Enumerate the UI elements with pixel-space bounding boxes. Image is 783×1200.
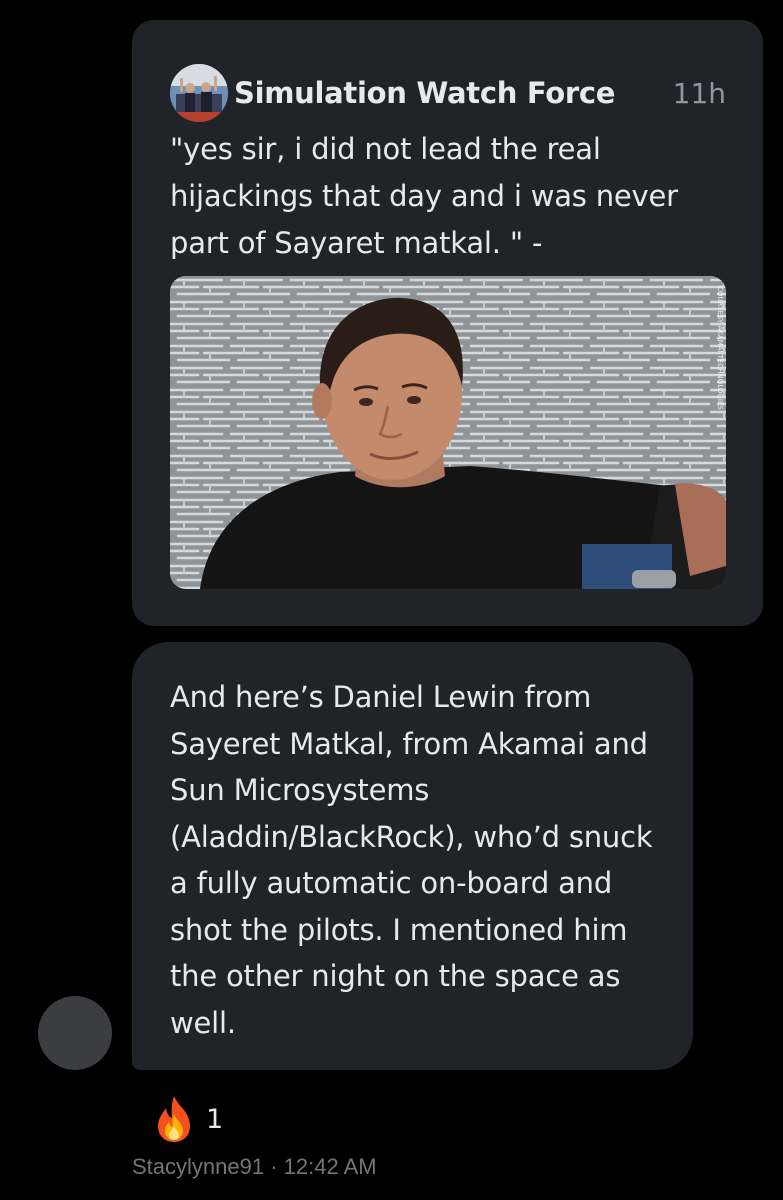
message-reaction[interactable]: 1: [152, 1094, 223, 1144]
message-timestamp: 12:42 AM: [283, 1154, 377, 1179]
shared-post-author-name[interactable]: Simulation Watch Force: [234, 76, 615, 110]
avatar-photo-icon: [170, 64, 228, 122]
message-text: And here’s Daniel Lewin from Sayeret Mat…: [170, 680, 653, 1040]
sender-avatar[interactable]: [38, 996, 112, 1070]
meta-separator: ·: [264, 1154, 284, 1179]
shared-post-header: Simulation Watch Force 11h: [170, 64, 726, 122]
message-meta: Stacylynne91 · 12:42 AM: [132, 1154, 377, 1180]
shared-post-text: "yes sir, i did not lead the real hijack…: [170, 132, 678, 260]
message-bubble[interactable]: And here’s Daniel Lewin from Sayeret Mat…: [132, 642, 693, 1070]
portrait-photo: COURTESY AKAMAI TECHNOLOGIES: [170, 276, 726, 589]
dm-conversation: Simulation Watch Force 11h "yes sir, i d…: [0, 0, 783, 1200]
shared-post-timestamp: 11h: [672, 76, 726, 110]
sender-username[interactable]: Stacylynne91: [132, 1154, 264, 1179]
reaction-count: 1: [206, 1103, 224, 1135]
image-watermark: COURTESY AKAMAI TECHNOLOGIES: [716, 286, 724, 410]
shared-post-author-avatar[interactable]: [170, 64, 228, 122]
fire-emoji-icon: [158, 1096, 190, 1142]
shared-post-card[interactable]: Simulation Watch Force 11h "yes sir, i d…: [132, 20, 763, 626]
shared-post-image[interactable]: COURTESY AKAMAI TECHNOLOGIES: [170, 276, 726, 589]
